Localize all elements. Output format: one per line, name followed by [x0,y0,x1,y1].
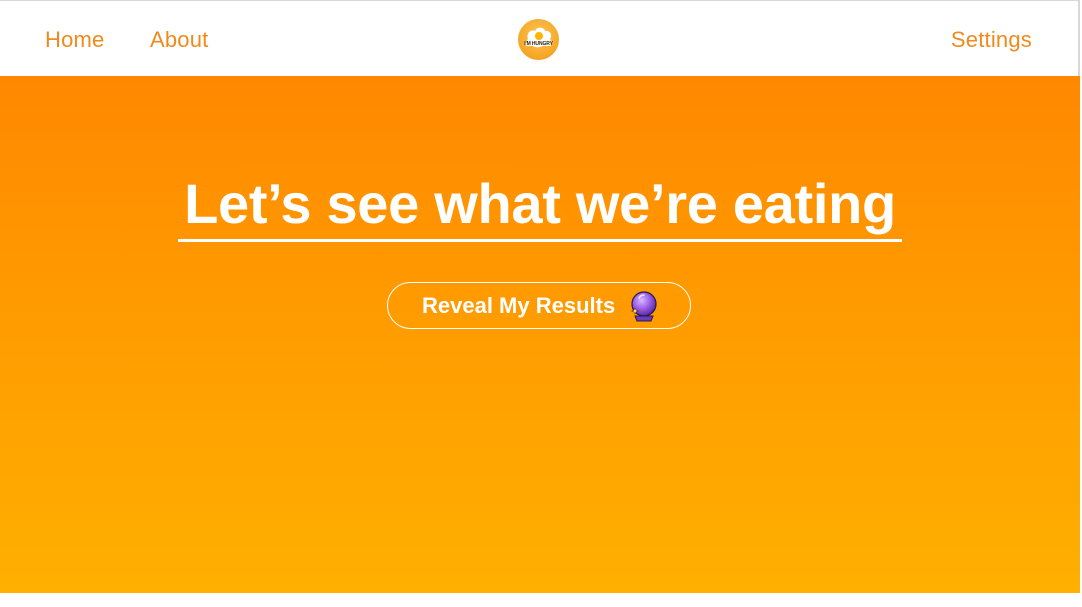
hero-title: Let’s see what we’re eating [184,172,896,235]
reveal-results-label: Reveal My Results [422,293,616,318]
logo-text: I'M HUNGRY [524,41,553,47]
hero-title-underline [178,239,902,242]
crystal-ball-icon [630,291,657,322]
fried-egg-icon [525,27,552,48]
hero-section: Let’s see what we’re eating Reveal My Re… [0,76,1080,593]
reveal-results-button[interactable]: Reveal My Results [387,282,691,329]
nav-about-link[interactable]: About [150,26,209,54]
bottom-strip [0,593,1082,607]
im-hungry-logo[interactable]: I'M HUNGRY [518,19,559,60]
nav-settings-link[interactable]: Settings [951,26,1032,54]
nav-home-link[interactable]: Home [45,26,105,54]
page: Home About I'M HUNGRY Settings Let’s see… [0,0,1082,607]
top-navbar: Home About I'M HUNGRY Settings [0,0,1080,76]
